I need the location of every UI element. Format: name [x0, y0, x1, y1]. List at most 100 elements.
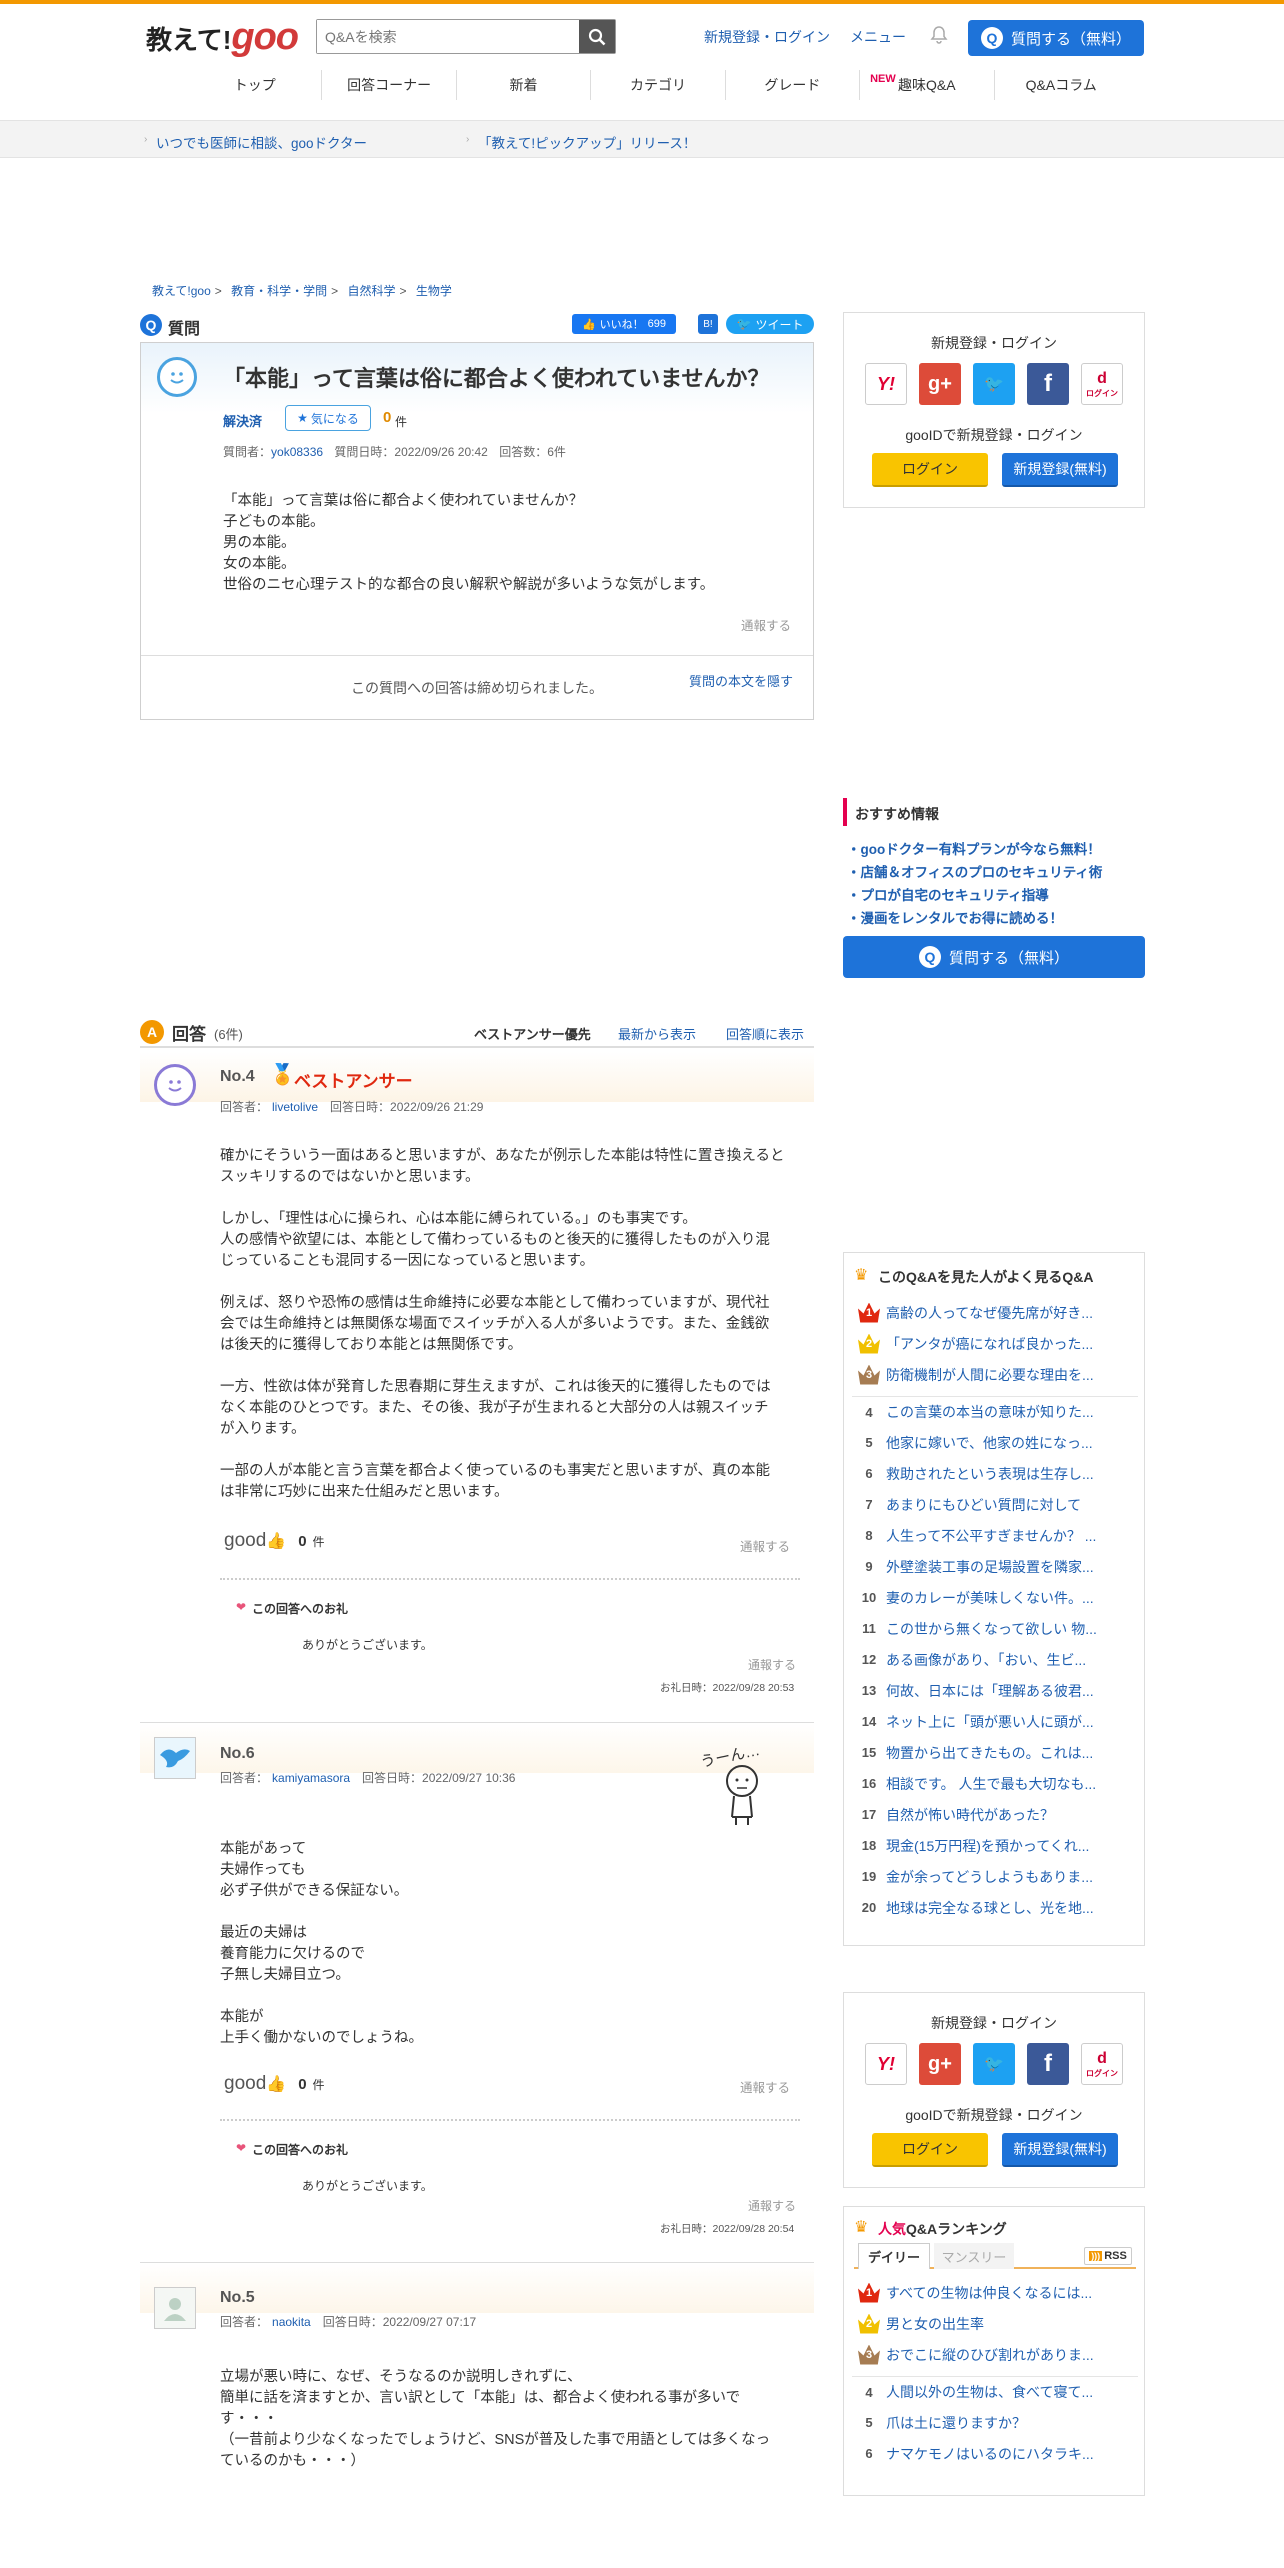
ranking-item[interactable]: 19 金が余ってどうしようもありま...	[852, 1861, 1138, 1892]
report-question-link[interactable]: 通報する	[741, 615, 791, 634]
tab-daily[interactable]: デイリー	[858, 2243, 930, 2269]
ranking-item[interactable]: 2 「アンタが癌になれば良かった...	[852, 1328, 1138, 1359]
ranking-item[interactable]: 4 人間以外の生物は、食べて寝て...	[852, 2376, 1138, 2407]
ranking-link[interactable]: 何故、日本には「理解ある彼君...	[886, 1681, 1094, 1701]
ranking-link[interactable]: 妻のカレーが美味しくない件。...	[886, 1588, 1094, 1608]
ranking-item[interactable]: 1 すべての生物は仲良くなるには...	[852, 2277, 1138, 2308]
ranking-item[interactable]: 8 人生って不公平すぎませんか？ ...	[852, 1520, 1138, 1551]
yahoo-icon[interactable]: Y!	[865, 363, 907, 405]
google-plus-icon[interactable]: g+	[919, 2043, 961, 2085]
answerer-avatar[interactable]	[154, 1737, 196, 1779]
bell-icon[interactable]	[930, 25, 948, 48]
ranking-link[interactable]: 爪は土に還りますか？	[886, 2413, 1026, 2433]
nav-grade[interactable]: グレード	[724, 70, 859, 100]
good-button[interactable]: good 👍 0 件	[224, 1530, 325, 1552]
docomo-icon[interactable]: d ログイン	[1081, 2043, 1123, 2085]
ranking-item[interactable]: 11 この世から無くなって欲しい 物...	[852, 1613, 1138, 1644]
ranking-link[interactable]: 物置から出てきたもの。これは...	[886, 1743, 1093, 1763]
ranking-item[interactable]: 17 自然が怖い時代があった？	[852, 1799, 1138, 1830]
ranking-item[interactable]: 18 現金(15万円程)を預かってくれ...	[852, 1830, 1138, 1861]
answerer-link[interactable]: naokita	[272, 2315, 311, 2329]
twitter-icon[interactable]: 🐦	[973, 363, 1015, 405]
report-thanks-link[interactable]: 通報する	[748, 2197, 796, 2214]
nav-category[interactable]: カテゴリ	[590, 70, 724, 100]
like-button[interactable]: 👍 いいね！ 699	[572, 314, 676, 334]
ranking-link[interactable]: 救助されたという表現は生存し...	[886, 1464, 1094, 1484]
ranking-link[interactable]: 高齢の人ってなぜ優先席が好き...	[886, 1303, 1093, 1323]
good-button[interactable]: good 👍 0 件	[224, 2073, 325, 2095]
nav-column[interactable]: Q&Aコラム	[993, 70, 1128, 100]
ranking-item[interactable]: 7 あまりにもひどい質問に対して	[852, 1489, 1138, 1520]
breadcrumb-item[interactable]: 生物学	[416, 284, 452, 298]
ranking-link[interactable]: 男と女の出生率	[886, 2314, 984, 2334]
nav-top[interactable]: トップ	[188, 70, 321, 100]
ranking-item[interactable]: 6 ナマケモノはいるのにハタラキ...	[852, 2438, 1138, 2469]
report-answer-link[interactable]: 通報する	[740, 1536, 790, 1555]
ranking-item[interactable]: 3 防衛機制が人間に必要な理由を...	[852, 1359, 1138, 1390]
rss-button[interactable]: ))) RSS	[1084, 2247, 1132, 2265]
ranking-link[interactable]: 人生って不公平すぎませんか？ ...	[886, 1526, 1096, 1546]
ranking-link[interactable]: この世から無くなって欲しい 物...	[886, 1619, 1097, 1639]
search-input[interactable]	[317, 20, 579, 53]
ranking-link[interactable]: 他家に嫁いで、他家の姓になっ...	[886, 1433, 1093, 1453]
ranking-link[interactable]: ある画像があり、「おい、生ビ...	[886, 1650, 1086, 1670]
ranking-item[interactable]: 6 救助されたという表現は生存し...	[852, 1458, 1138, 1489]
google-plus-icon[interactable]: g+	[919, 363, 961, 405]
ranking-link[interactable]: 人間以外の生物は、食べて寝て...	[886, 2382, 1093, 2402]
register-button[interactable]: 新規登録(無料)	[1002, 453, 1118, 487]
ranking-item[interactable]: 9 外壁塗装工事の足場設置を隣家...	[852, 1551, 1138, 1582]
ranking-item[interactable]: 16 相談です。 人生で最も大切なも...	[852, 1768, 1138, 1799]
sort-newest[interactable]: 最新から表示	[618, 1024, 696, 1043]
nav-hobby[interactable]: NEW 趣味Q&A	[859, 70, 993, 100]
ranking-item[interactable]: 5 他家に嫁いで、他家の姓になっ...	[852, 1427, 1138, 1458]
login-button[interactable]: ログイン	[872, 453, 988, 487]
sort-order[interactable]: 回答順に表示	[726, 1024, 804, 1043]
sort-best[interactable]: ベストアンサー優先	[474, 1024, 591, 1043]
answerer-avatar[interactable]	[154, 1064, 196, 1106]
ranking-item[interactable]: 1 高齢の人ってなぜ優先席が好き...	[852, 1297, 1138, 1328]
breadcrumb-item[interactable]: 教えて!goo	[152, 284, 211, 298]
docomo-icon[interactable]: d ログイン	[1081, 363, 1123, 405]
menu-link[interactable]: メニュー	[850, 27, 906, 47]
hide-question-link[interactable]: 質問の本文を隠す	[689, 671, 793, 690]
answerer-link[interactable]: kamiyamasora	[272, 1771, 350, 1785]
info-link-pickup[interactable]: 「教えて!ピックアップ」リリース！	[478, 132, 696, 152]
ranking-link[interactable]: 地球は完全なる球とし、光を地...	[886, 1898, 1094, 1918]
facebook-icon[interactable]: f	[1027, 363, 1069, 405]
tab-monthly[interactable]: マンスリー	[934, 2243, 1014, 2269]
ranking-item[interactable]: 5 爪は土に還りますか？	[852, 2407, 1138, 2438]
twitter-icon[interactable]: 🐦	[973, 2043, 1015, 2085]
report-answer-link[interactable]: 通報する	[740, 2077, 790, 2096]
login-button[interactable]: ログイン	[872, 2133, 988, 2167]
tweet-button[interactable]: 🐦 ツイート	[726, 314, 814, 334]
answerer-avatar[interactable]	[154, 2287, 196, 2329]
login-link[interactable]: 新規登録・ログイン	[704, 27, 830, 47]
ranking-link[interactable]: この言葉の本当の意味が知りた...	[886, 1402, 1094, 1422]
ranking-link[interactable]: 現金(15万円程)を預かってくれ...	[886, 1836, 1089, 1856]
recommend-item[interactable]: ・gooドクター有料プランが今なら無料！	[847, 838, 1101, 858]
ranking-item[interactable]: 12 ある画像があり、「おい、生ビ...	[852, 1644, 1138, 1675]
ranking-link[interactable]: ネット上に「頭が悪い人に頭が...	[886, 1712, 1094, 1732]
asker-link[interactable]: yok08336	[271, 445, 323, 459]
answerer-link[interactable]: livetolive	[272, 1100, 318, 1114]
ranking-link[interactable]: おでこに縦のひび割れがありま...	[886, 2345, 1094, 2365]
info-link-doctor[interactable]: いつでも医師に相談、gooドクター	[156, 132, 367, 152]
bookmark-icon[interactable]: B!	[698, 314, 718, 334]
register-button[interactable]: 新規登録(無料)	[1002, 2133, 1118, 2167]
ranking-item[interactable]: 14 ネット上に「頭が悪い人に頭が...	[852, 1706, 1138, 1737]
ranking-link[interactable]: 「アンタが癌になれば良かった...	[886, 1334, 1093, 1354]
ranking-link[interactable]: 自然が怖い時代があった？	[886, 1805, 1054, 1825]
ranking-item[interactable]: 3 おでこに縦のひび割れがありま...	[852, 2339, 1138, 2370]
ranking-link[interactable]: あまりにもひどい質問に対して	[886, 1495, 1081, 1515]
search-button[interactable]	[579, 20, 615, 53]
sidebar-ask-button[interactable]: Q 質問する（無料）	[843, 936, 1145, 978]
ranking-link[interactable]: 金が余ってどうしようもありま...	[886, 1867, 1093, 1887]
ask-question-button[interactable]: Q 質問する（無料）	[968, 20, 1144, 56]
ranking-link[interactable]: ナマケモノはいるのにハタラキ...	[886, 2444, 1094, 2464]
recommend-item[interactable]: ・漫画をレンタルでお得に読める！	[847, 907, 1063, 927]
ranking-item[interactable]: 10 妻のカレーが美味しくない件。...	[852, 1582, 1138, 1613]
yahoo-icon[interactable]: Y!	[865, 2043, 907, 2085]
ranking-item[interactable]: 2 男と女の出生率	[852, 2308, 1138, 2339]
watch-button[interactable]: ★ 気になる	[285, 405, 371, 431]
facebook-icon[interactable]: f	[1027, 2043, 1069, 2085]
